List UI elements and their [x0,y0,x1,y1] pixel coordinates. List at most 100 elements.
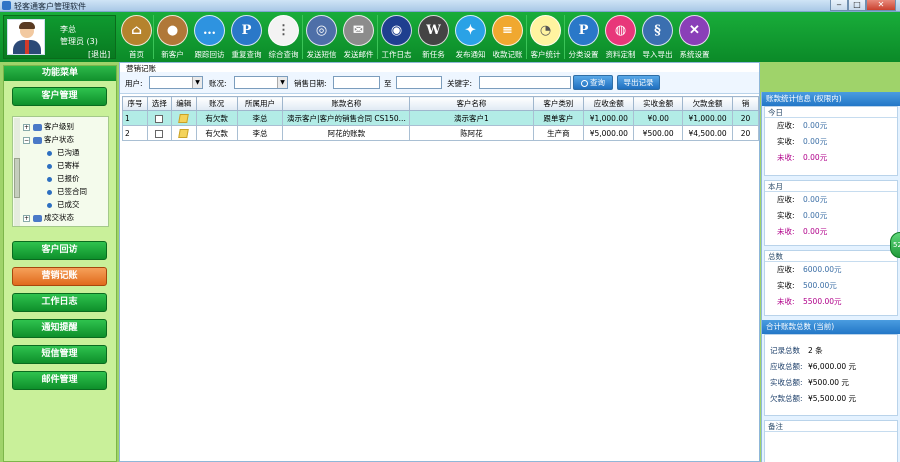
logout-link[interactable]: [退出] [88,49,110,60]
select-cell[interactable] [146,110,172,126]
side-tab[interactable]: 52 [890,232,900,258]
expand-icon[interactable]: + [23,123,30,131]
table-cell: 阿花的账款 [282,125,411,141]
tree-item[interactable]: 已报价 [47,173,80,185]
stats-today: 今日 应收: 0.00元 实收: 0.00元 未收: 0.00元 [764,106,898,176]
toolbar-button-12[interactable]: P 分类设置 [565,12,602,62]
toolbar-label: 收款记账 [492,50,523,59]
toolbar-button-15[interactable]: ✕ 系统设置 [676,12,713,62]
toolbar-button-7[interactable]: ◉ 工作日志 [378,12,415,62]
export-button[interactable]: 导出记录 [617,75,660,90]
status-select[interactable]: ▼ [234,76,288,89]
toolbar-label: 工作日志 [381,50,412,59]
toolbar-label: 新客户 [161,50,184,59]
tree-item[interactable]: + 客户级别 [23,121,74,133]
toolbar-button-4[interactable]: ⋮ 综合查询 [265,12,302,62]
notes-box: 备注 [764,420,898,462]
user-role: 管理员 (3) [60,37,98,46]
tree-item[interactable]: 已寄样 [47,160,80,172]
column-header[interactable]: 账况 [195,96,238,111]
toolbar-button-13[interactable]: ◍ 资料定制 [602,12,639,62]
group-icon [33,214,42,222]
edit-cell[interactable] [170,125,197,141]
toolbar-label: 分类设置 [568,50,599,59]
menu-customer-management[interactable]: 客户管理 [12,87,107,106]
ledger-table: 序号 选择 编辑 账况 所属用户 账款名称 客户名称 客户类别 应收金额 实收金额 欠款金额销 1 有… [122,96,759,141]
column-header[interactable]: 编辑 [170,96,197,111]
column-header[interactable]: 欠款金额 [682,96,734,111]
menu-sales-ledger[interactable]: 营销记账 [12,267,107,286]
row-checkbox[interactable] [155,114,164,123]
menu-notifications[interactable]: 通知提醒 [12,319,107,338]
toolbar-button-11[interactable]: ◔ 客户统计 [527,12,564,62]
total-label: 总数 [765,251,897,262]
tree-item[interactable]: + 成交状态 [23,212,74,224]
bullet-icon [47,163,52,169]
customer-tree: + 客户级别 − 客户状态 已沟通 已寄样 已报价已签合同已成交 + 成交状态 [12,116,109,227]
maximize-button[interactable]: □ [848,0,866,11]
column-header[interactable]: 所属用户 [236,96,284,111]
month-receivable-label: 应收: [777,195,795,204]
column-header[interactable]: 销 [732,96,759,111]
menu-sms[interactable]: 短信管理 [12,345,107,364]
search-button[interactable]: 查询 [573,75,613,90]
tree-scrollbar[interactable] [14,118,20,226]
toolbar-button-9[interactable]: ✦ 发布通知 [452,12,489,62]
column-header[interactable]: 序号 [122,96,148,111]
minimize-button[interactable]: ‒ [830,0,848,11]
p-icon: P [231,15,262,46]
tree-item[interactable]: − 客户状态 [23,134,74,146]
collapse-icon[interactable]: − [23,136,30,144]
select-cell[interactable] [146,125,172,141]
toolbar-button-1[interactable]: ● 新客户 [154,12,191,62]
top-toolbar: 李总 管理员 (3) [退出] ⌂ 首页 ● 新客户 … 跟踪回访 P 重复查询 ⋮ 综合查询 ◎ 发… [0,12,900,62]
table-row[interactable]: 2 有欠款 李总 阿花的账款 陈阿花 生产商 ¥5,000.00 ¥500.00 ¥4,500.… [122,125,759,141]
tree-item-label: 已签合同 [57,187,87,196]
tree-item[interactable]: 已成交 [47,199,80,211]
month-label: 本月 [765,181,897,192]
toolbar-label: 发送短信 [306,50,337,59]
keyword-input[interactable] [479,76,571,89]
ledger-panel: 营销记账 用户: ▼ 账况: ▼ 销售日期: 至 关键字: 查询 导出记录 序号… [119,62,760,462]
toolbar-button-2[interactable]: … 跟踪回访 [191,12,228,62]
p-icon: P [568,15,599,46]
toolbar-button-14[interactable]: § 导入导出 [639,12,676,62]
toolbar-button-10[interactable]: ≡ 收款记账 [489,12,526,62]
edit-icon[interactable] [178,113,190,123]
stats-title: 账款统计信息 (权限内) [762,92,900,106]
column-header[interactable]: 应收金额 [583,96,635,111]
month-unreceived-label: 未收: [777,227,795,236]
menu-email[interactable]: 邮件管理 [12,371,107,390]
title-bar: 轻客通客户管理软件 ‒ □ ✕ [0,0,900,12]
table-row[interactable]: 1 有欠款 李总 演示客户|客户的销售合同 CS150... 演示客户1 跟单客户 ¥1,0… [122,110,759,126]
tree-item[interactable]: 已沟通 [47,147,80,159]
stats-month: 本月 应收: 0.00元 实收: 0.00元 未收: 0.00元 [764,180,898,246]
tree-item[interactable]: 已签合同 [47,186,87,198]
summary-owed: ¥5,500.00 元 [808,394,857,403]
toolbar-button-3[interactable]: P 重复查询 [228,12,265,62]
column-header[interactable]: 账款名称 [282,96,411,111]
avatar [7,19,45,55]
menu-work-log[interactable]: 工作日志 [12,293,107,312]
chevron-down-icon: ▼ [277,77,287,88]
edit-icon[interactable] [178,128,190,138]
user-select[interactable]: ▼ [149,76,203,89]
row-checkbox[interactable] [155,129,164,138]
close-button[interactable]: ✕ [866,0,896,11]
expand-icon[interactable]: + [23,214,30,222]
toolbar-label: 发布通知 [455,50,486,59]
toolbar-button-6[interactable]: ✉ 发送邮件 [340,12,377,62]
menu-customer-visit[interactable]: 客户回访 [12,241,107,260]
column-header[interactable]: 客户名称 [409,96,534,111]
edit-cell[interactable] [170,110,197,126]
toolbar-button-5[interactable]: ◎ 发送短信 [303,12,340,62]
start-date-input[interactable] [333,76,380,89]
column-header[interactable]: 实收金额 [633,96,684,111]
end-date-input[interactable] [396,76,442,89]
column-header[interactable]: 客户类别 [532,96,585,111]
summary-receivable: ¥6,000.00 元 [808,362,857,371]
toolbar-button-8[interactable]: W 新任务 [415,12,452,62]
month-received-label: 实收: [777,211,795,220]
column-header[interactable]: 选择 [146,96,172,111]
toolbar-button-0[interactable]: ⌂ 首页 [120,12,153,62]
